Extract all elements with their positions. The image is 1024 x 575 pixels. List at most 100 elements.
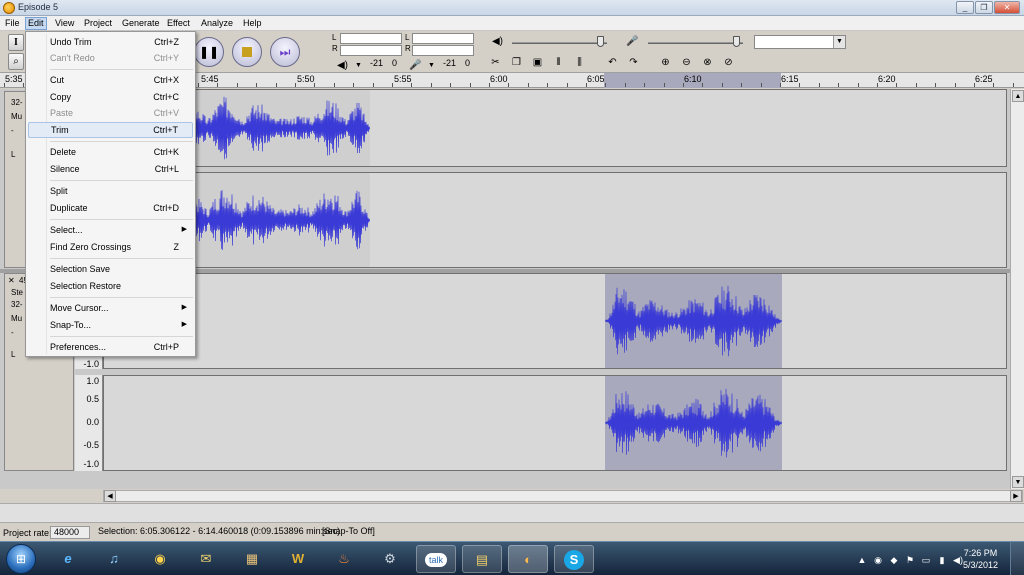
menu-item-select[interactable]: Select... ▶ [28,222,193,238]
close-button[interactable]: ✕ [994,1,1020,14]
meter-rec-r-label: R [405,44,411,53]
clock-date: 5/3/2012 [962,560,998,570]
menu-effect[interactable]: Effect [165,17,192,30]
pause-button[interactable]: ❚❚ [194,37,224,67]
tray-app-icon[interactable]: ◆ [888,554,900,566]
start-button[interactable]: ⊞ [6,544,36,574]
device-select-arrow-icon[interactable]: ▼ [833,36,845,48]
steam-icon[interactable]: ⚙ [370,545,410,573]
record-meter-dropdown-icon[interactable]: ▼ [424,58,439,73]
scroll-left-icon[interactable]: ◀ [104,490,116,502]
undo-icon[interactable]: ↶ [605,55,620,70]
output-volume-thumb[interactable] [597,36,604,47]
gtalk-icon[interactable]: talk [416,545,456,573]
menu-item-delete[interactable]: Delete Ctrl+K [28,144,193,160]
system-clock[interactable]: 7:26 PM 5/3/2012 [963,547,998,571]
chrome-icon[interactable]: ◉ [140,545,180,573]
maximize-button[interactable]: ❐ [975,1,993,14]
menu-item-trim[interactable]: Trim Ctrl+T [28,122,193,138]
menu-item-duplicate[interactable]: Duplicate Ctrl+D [28,200,193,216]
fit-selection-icon[interactable]: ⊗ [700,55,715,70]
output-volume-slider[interactable] [512,42,607,44]
minimize-button[interactable]: _ [956,1,974,14]
show-desktop-button[interactable] [1010,542,1024,575]
menu-item-preferences[interactable]: Preferences... Ctrl+P [28,339,193,355]
skip-end-button[interactable]: ⏭ [270,37,300,67]
menu-item-find-zero-crossings[interactable]: Find Zero Crossings Z [28,239,193,255]
game-icon[interactable]: ♨ [324,545,364,573]
track2-close-button[interactable]: ✕ [8,276,15,285]
track2-channel-right[interactable] [103,375,1007,471]
audacity-icon[interactable]: ◐ [508,545,548,573]
track2-channel-left[interactable] [103,273,1007,369]
menu-project[interactable]: Project [82,17,114,30]
zoom-in-icon[interactable]: ⊕ [658,55,673,70]
menu-file[interactable]: File [3,17,22,30]
menu-item-selection-save[interactable]: Selection Save [28,261,193,277]
device-select[interactable]: ▼ [754,35,846,49]
wow-icon[interactable]: W [278,545,318,573]
scroll-down-icon[interactable]: ▼ [1012,476,1024,488]
track1-gain[interactable]: - [11,126,14,135]
menu-item-undo[interactable]: Undo Trim Ctrl+Z [28,34,193,50]
zoom-out-icon[interactable]: ⊖ [679,55,694,70]
trim-icon[interactable]: ⫴ [551,55,566,70]
mail-icon[interactable]: ✉ [186,545,226,573]
selected-audio-clip[interactable] [605,274,782,368]
track2-mute-button[interactable]: Mu [11,314,22,323]
copy-icon[interactable]: ❐ [509,55,524,70]
zoom-tool-icon[interactable]: ⌕ [8,53,24,70]
menu-item-move-cursor[interactable]: Move Cursor... ▶ [28,300,193,316]
silence-icon[interactable]: ⫼ [572,55,587,70]
skype-icon[interactable]: S [554,545,594,573]
track1-channel-left[interactable] [103,89,1007,167]
playback-meter-dropdown-icon[interactable]: ▼ [351,58,366,73]
explorer-icon[interactable]: ▤ [462,545,502,573]
menu-item-snap-to[interactable]: Snap-To... ▶ [28,317,193,333]
tray-monitor-icon[interactable]: ▭ [920,554,932,566]
menu-item-copy[interactable]: Copy Ctrl+C [28,89,193,105]
ruler-tick [392,83,393,87]
selected-audio-clip[interactable] [605,376,782,470]
redo-icon[interactable]: ↷ [626,55,641,70]
fit-project-icon[interactable]: ⊘ [721,55,736,70]
tray-flag-icon[interactable]: ⚑ [904,554,916,566]
track1-mute-button[interactable]: Mu [11,112,22,121]
input-volume-thumb[interactable] [733,36,740,47]
track2-pan[interactable]: L [11,350,15,359]
folder-icon[interactable]: ▦ [232,545,272,573]
scroll-right-icon[interactable]: ▶ [1010,490,1022,502]
tray-signal-icon[interactable]: ▮ [936,554,948,566]
menu-item-silence[interactable]: Silence Ctrl+L [28,161,193,177]
menu-item-paste[interactable]: Paste Ctrl+V [28,105,193,121]
track1-pan[interactable]: L [11,150,15,159]
menu-item-cut[interactable]: Cut Ctrl+X [28,72,193,88]
track1-channel-right[interactable] [103,172,1007,268]
track2-gain[interactable]: - [11,328,14,337]
input-volume-slider[interactable] [648,42,743,44]
paste-icon[interactable]: ▣ [530,55,545,70]
microphone-icon[interactable]: 🎤 [408,58,423,73]
menu-edit[interactable]: Edit [25,17,47,30]
speaker-icon[interactable]: ◀) [335,58,350,73]
internet-explorer-icon[interactable]: e [48,545,88,573]
menu-item-redo[interactable]: Can't Redo Ctrl+Y [28,50,193,66]
tray-expand-icon[interactable]: ▲ [856,554,868,566]
stop-button[interactable] [232,37,262,67]
menu-generate[interactable]: Generate [120,17,162,30]
vertical-scrollbar[interactable]: ▲ ▼ [1010,89,1024,489]
menu-view[interactable]: View [53,17,76,30]
scroll-up-icon[interactable]: ▲ [1012,90,1024,102]
menu-item-split[interactable]: Split [28,183,193,199]
menu-analyze[interactable]: Analyze [199,17,235,30]
ruler-tick [508,83,509,87]
menu-help[interactable]: Help [241,17,264,30]
itunes-icon[interactable]: ♫ [94,545,134,573]
horizontal-scrollbar[interactable]: ◀ ▶ [103,490,1023,502]
project-rate-input[interactable]: 48000 [50,526,90,539]
cut-icon[interactable]: ✂ [488,55,503,70]
menu-item-selection-restore[interactable]: Selection Restore [28,278,193,294]
ruler-tick [819,83,820,87]
tray-network-icon[interactable]: ◉ [872,554,884,566]
selection-tool-icon[interactable]: I [8,34,24,51]
